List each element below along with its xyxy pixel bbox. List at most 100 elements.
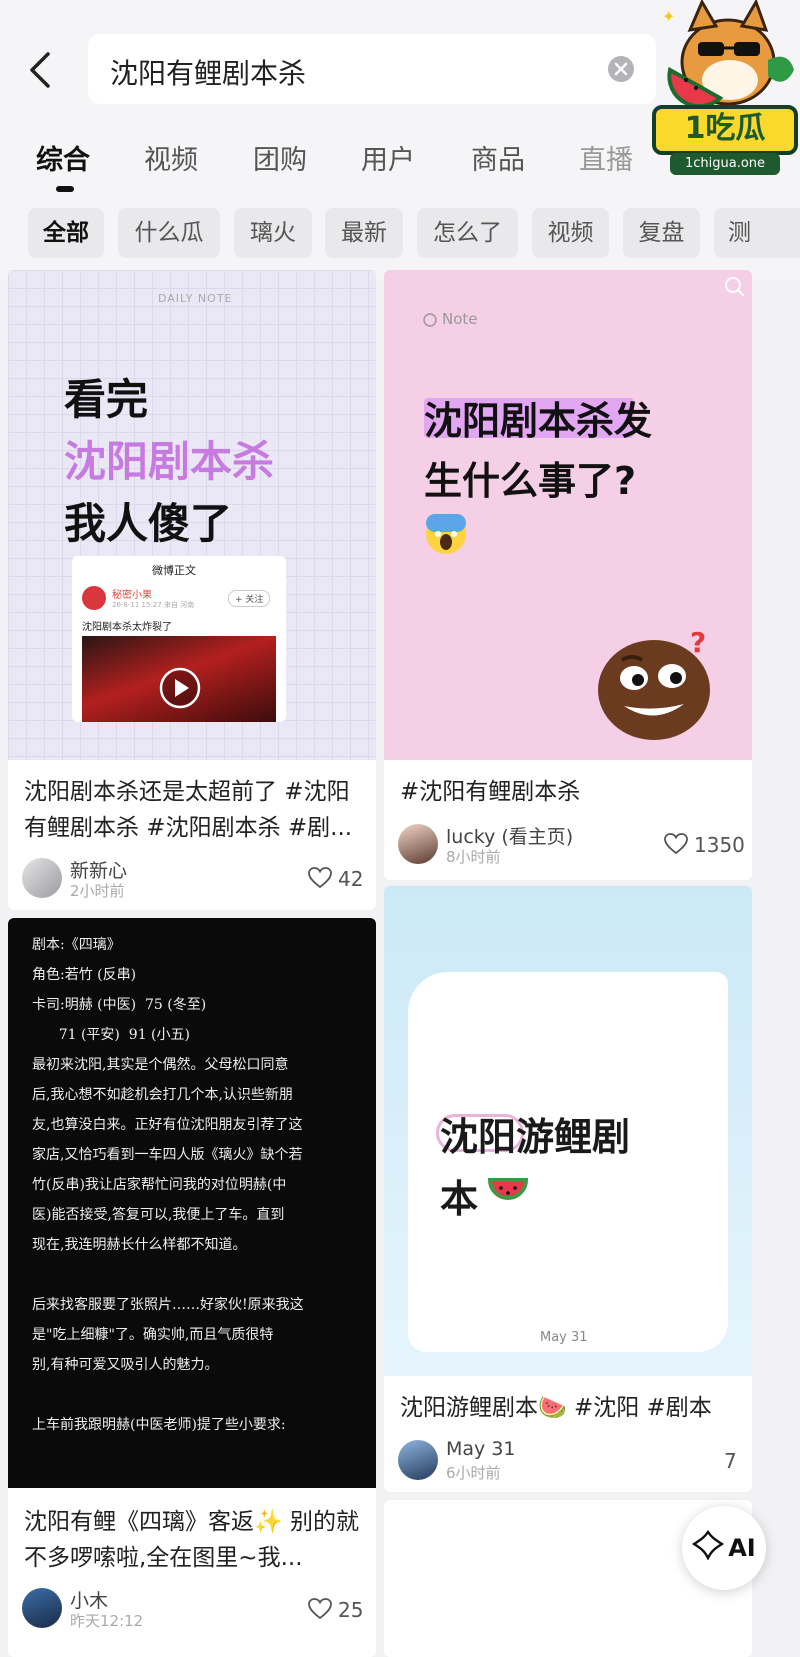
note-line: 上车前我跟明赫(中医老师)提了些小要求: [32, 1417, 286, 1433]
card-2-time: 8小时前 [446, 848, 501, 866]
back-button[interactable] [22, 48, 62, 92]
note-line: 现在,我连明赫长什么样都不知道。 [32, 1237, 247, 1253]
weibo-avatar [82, 586, 106, 610]
chip-test[interactable]: 测 [714, 208, 800, 258]
heart-icon[interactable] [308, 867, 332, 889]
weibo-username: 秘密小果 [112, 590, 152, 601]
heart-icon[interactable] [308, 1598, 332, 1620]
note-line: 医)能否接受,答复可以,我便上了车。直到 [32, 1207, 285, 1223]
note-line: 别,有种可爱又吸引人的魅力。 [32, 1357, 219, 1373]
card-4-title: 沈阳游鲤剧本🍉 #沈阳 #剧本 [400, 1395, 712, 1421]
card-1-like-count: 42 [338, 867, 364, 891]
svg-text:?: ? [690, 626, 706, 659]
cover-line-3: 我人傻了 [64, 499, 233, 548]
daily-note-label: DAILY NOTE [158, 292, 233, 305]
note-line: 最初来沈阳,其实是个偶然。父母松口同意 [32, 1057, 289, 1073]
search-box[interactable]: 沈阳有鲤剧本杀 [88, 34, 656, 104]
logo-wordmark: 1吃瓜 [652, 105, 798, 155]
note-line [32, 1260, 372, 1290]
note-line: 角色:若竹 (反串) [32, 967, 137, 983]
card-1-time: 2小时前 [70, 882, 125, 900]
card-1-avatar[interactable] [22, 858, 62, 898]
svg-text:✦: ✦ [662, 7, 675, 26]
play-icon [159, 667, 201, 709]
card-1-username[interactable]: 新新心 [70, 856, 127, 883]
card-4-time: 6小时前 [446, 1464, 501, 1482]
card-2-avatar[interactable] [398, 824, 438, 864]
clear-search-button[interactable] [608, 56, 634, 82]
tab-video[interactable]: 视频 [144, 138, 198, 177]
note-line: 是"吃上细糠"了。确实帅,而且气质很特 [32, 1327, 274, 1343]
handwritten-note: 剧本:《四璃》 角色:若竹 (反串) 卡司:明赫 (中医) 75 (冬至) 71 (… [32, 930, 372, 1440]
search-icon [725, 277, 745, 297]
note-label: Note [442, 310, 478, 328]
card-4-avatar[interactable] [398, 1440, 438, 1480]
card-3-username[interactable]: 小木 [70, 1586, 108, 1613]
cover-line-2: 本 [440, 1177, 479, 1221]
chip-latest[interactable]: 最新 [325, 208, 403, 258]
result-card-3[interactable]: 剧本:《四璃》 角色:若竹 (反串) 卡司:明赫 (中医) 75 (冬至) 71 (… [8, 918, 376, 1657]
logo-url: 1chigua.one [670, 153, 780, 175]
chip-video[interactable]: 视频 [532, 208, 609, 258]
card-3-time: 昨天12:12 [70, 1612, 144, 1630]
back-arrow-icon [30, 52, 50, 88]
cover-line-1: 沈阳游鲤剧 [440, 1115, 631, 1159]
chip-what-happened[interactable]: 怎么了 [417, 208, 518, 258]
weibo-header: 微博正文 [152, 564, 196, 577]
card-4-cover-image: 沈阳游鲤剧 本 May 31 [384, 886, 752, 1376]
chip-what-melon[interactable]: 什么瓜 [118, 208, 220, 258]
note-line: 卡司:明赫 (中医) 75 (冬至) [32, 997, 207, 1013]
result-card-1[interactable]: DAILY NOTE 看完 沈阳剧本杀 我人傻了 微博正文 秘密小果 26-8-… [8, 270, 376, 910]
tab-products[interactable]: 商品 [471, 138, 525, 177]
search-results-page: 沈阳有鲤剧本杀 综合 视频 团购 用户 商品 直播 全部 什么瓜 璃火 最新 怎… [0, 0, 800, 1657]
sweating-emoji-icon: ? [598, 626, 710, 740]
ai-label: AI [728, 1534, 756, 1562]
chigua-logo: ✦ 1吃瓜 1chigua.one [650, 0, 800, 180]
card-3-cover-image: 剧本:《四璃》 角色:若竹 (反串) 卡司:明赫 (中医) 75 (冬至) 71 (… [8, 918, 376, 1488]
tab-comprehensive[interactable]: 综合 [36, 138, 90, 177]
cover-line-2: 生什么事了? [424, 459, 637, 503]
weibo-follow: + 关注 [228, 590, 271, 607]
weibo-meta: 26-8-11 15:27 来自 河南 [112, 601, 195, 609]
note-line: 剧本:《四璃》 [32, 937, 121, 953]
weibo-post-text: 沈阳剧本杀太炸裂了 [82, 622, 172, 633]
card-2-title: #沈阳有鲤剧本杀 [400, 779, 581, 805]
circle-icon [423, 313, 437, 327]
note-line: 后,我心想不如趁机会打几个本,认识些新朋 [32, 1087, 293, 1103]
tab-group-buy[interactable]: 团购 [253, 138, 307, 177]
watermelon-icon [488, 1178, 528, 1200]
card-1-cover-image: DAILY NOTE 看完 沈阳剧本杀 我人傻了 微博正文 秘密小果 26-8-… [8, 270, 376, 760]
tab-live[interactable]: 直播 [579, 138, 633, 177]
card-1-title: 沈阳剧本杀还是太超前了 #沈阳有鲤剧本杀 #沈阳剧本杀 #剧... [24, 779, 353, 841]
note-line: 71 (平安) 91 (小五) [32, 1027, 190, 1043]
chip-review[interactable]: 复盘 [623, 208, 700, 258]
card-3-avatar[interactable] [22, 1588, 62, 1628]
embedded-weibo-screenshot: 微博正文 秘密小果 26-8-11 15:27 来自 河南 + 关注 沈阳剧本杀… [72, 556, 286, 722]
result-card-2[interactable]: Note 沈阳剧本杀发 生什么事了? ? #沈阳有鲤剧本杀 lucky (看主页… [384, 270, 752, 880]
card-2-cover-image: Note 沈阳剧本杀发 生什么事了? ? [384, 270, 752, 760]
note-line: 家店,又恰巧看到一车四人版《璃火》缺个若 [32, 1147, 303, 1163]
paper-shape [408, 972, 728, 1352]
active-tab-indicator [56, 186, 74, 192]
cover-date: May 31 [540, 1330, 588, 1345]
filter-chips: 全部 什么瓜 璃火 最新 怎么了 视频 复盘 测 [0, 208, 800, 260]
result-card-4[interactable]: 沈阳游鲤剧 本 May 31 沈阳游鲤剧本🍉 #沈阳 #剧本 May 31 6小… [384, 886, 752, 1492]
search-input[interactable]: 沈阳有鲤剧本杀 [110, 52, 306, 92]
card-2-username[interactable]: lucky (看主页) [446, 822, 573, 849]
chip-lihuo[interactable]: 璃火 [234, 208, 312, 258]
note-line: 竹(反串)我让店家帮忙问我的对位明赫(中 [32, 1177, 287, 1193]
cover-line-2: 沈阳剧本杀 [64, 437, 275, 486]
card-4-username[interactable]: May 31 [446, 1438, 516, 1460]
shiba-mascot-icon: ✦ [662, 0, 794, 109]
weibo-video-thumbnail [82, 636, 276, 722]
card-3-title: 沈阳有鲤《四璃》客返✨ 别的就不多啰嗦啦,全在图里~我... [24, 1509, 359, 1571]
close-icon [614, 62, 628, 76]
chip-all[interactable]: 全部 [28, 208, 104, 258]
heart-icon[interactable] [664, 833, 688, 855]
tab-users[interactable]: 用户 [361, 138, 415, 177]
card-3-like-count: 25 [338, 1598, 364, 1622]
card-2-like-count: 1350 [694, 833, 745, 857]
note-line: 友,也算没白来。正好有位沈阳朋友引荐了这 [32, 1117, 303, 1133]
ai-assistant-button[interactable]: AI [682, 1506, 766, 1590]
note-line [32, 1380, 372, 1410]
